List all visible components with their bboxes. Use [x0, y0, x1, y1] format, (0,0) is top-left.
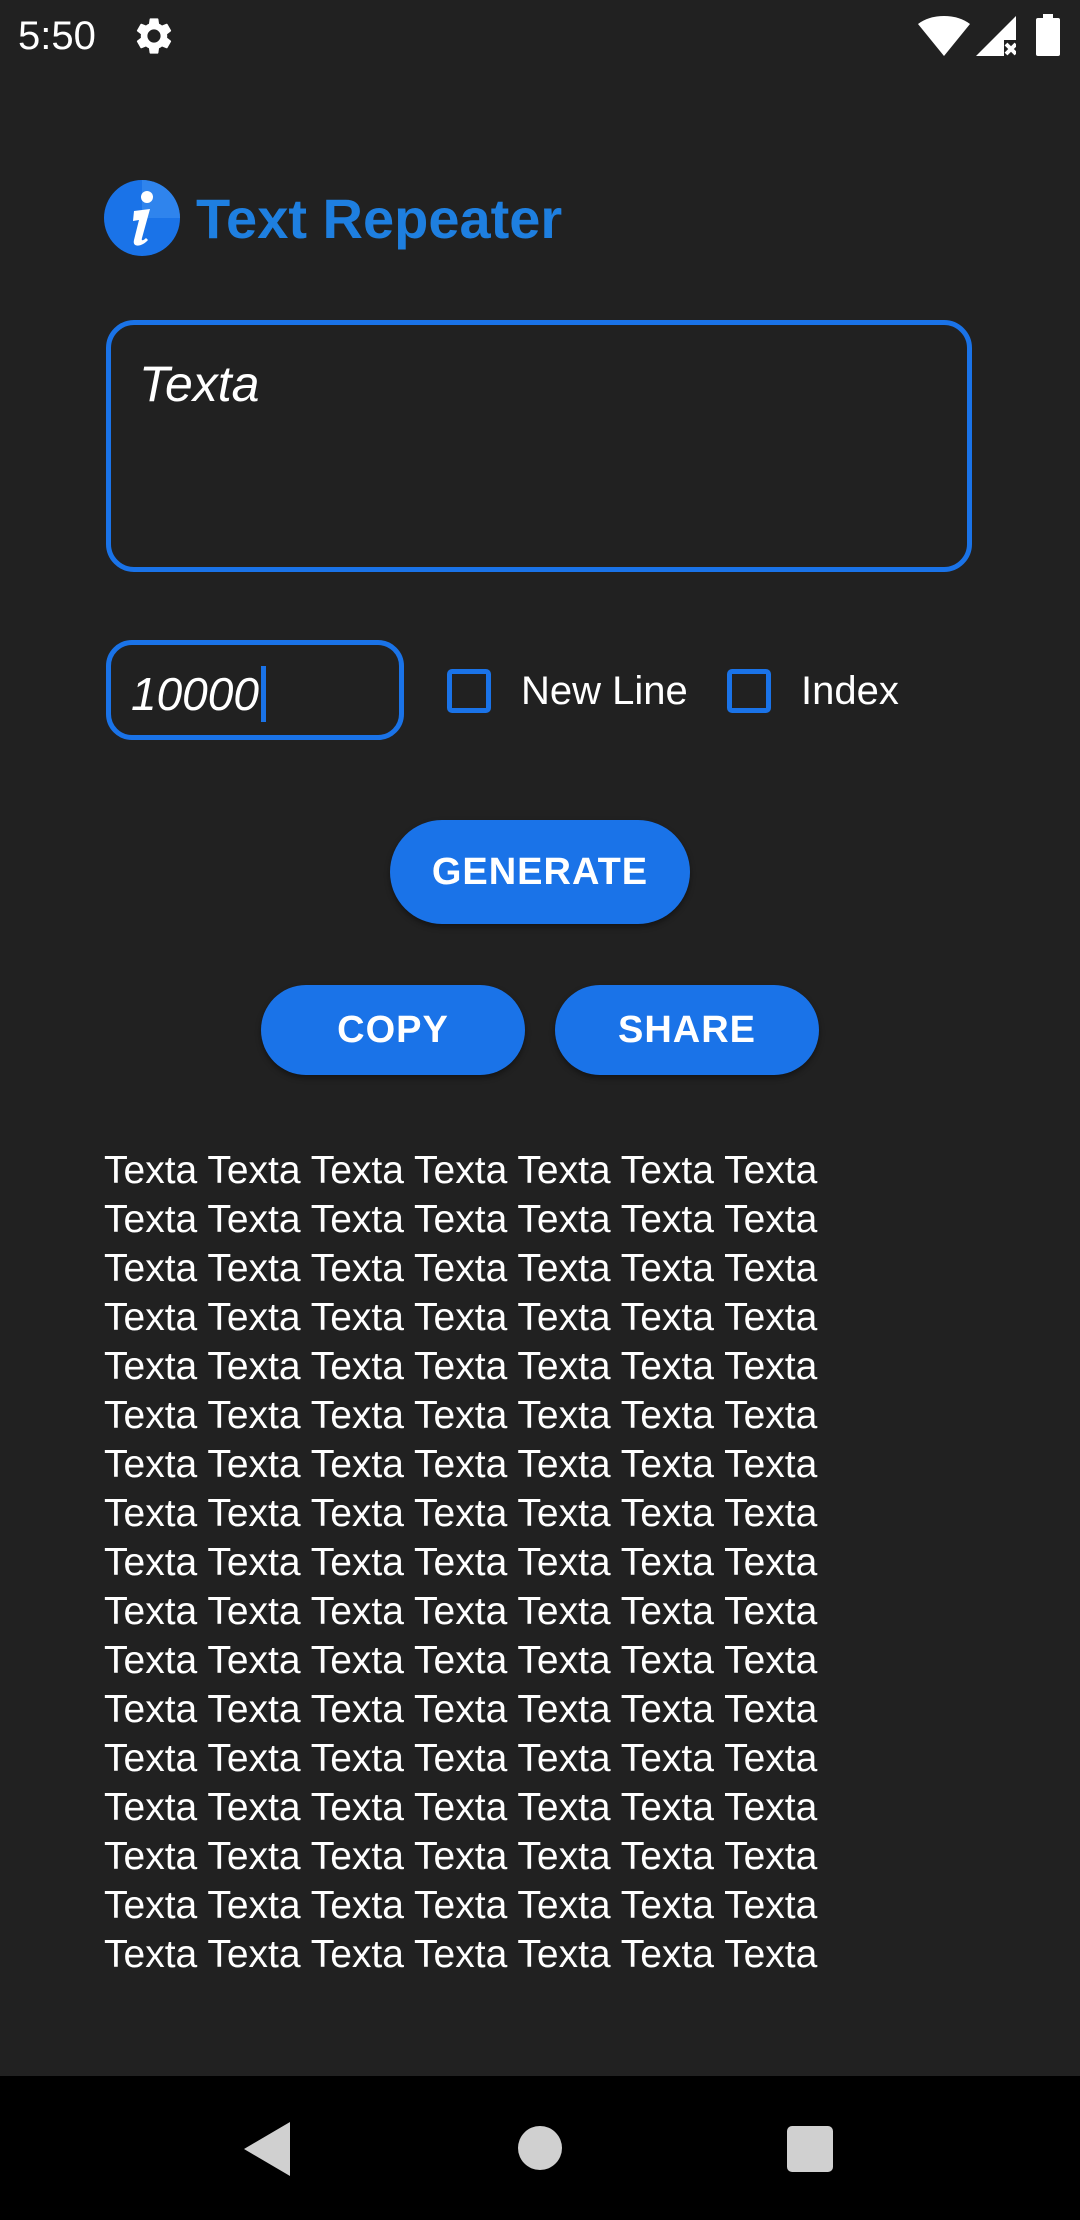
output-line: Texta Texta Texta Texta Texta Texta Text…	[104, 1443, 818, 1486]
text-input[interactable]: Texta	[106, 320, 972, 572]
repeat-count-value-wrap: 10000	[131, 665, 266, 726]
gear-icon	[136, 18, 172, 54]
battery-icon	[1036, 14, 1060, 56]
repeat-count-input[interactable]: 10000	[106, 640, 404, 740]
app-header: Text Repeater	[104, 180, 562, 256]
repeat-count-value: 10000	[131, 668, 259, 720]
status-time: 5:50	[18, 14, 96, 58]
status-bar: 5:50	[0, 0, 1080, 72]
output-line: Texta Texta Texta Texta Texta Texta Text…	[104, 1688, 818, 1731]
back-icon[interactable]	[244, 2122, 292, 2176]
new-line-checkbox[interactable]	[447, 669, 491, 713]
app-title: Text Repeater	[196, 186, 563, 250]
output-line: Texta Texta Texta Texta Texta Texta Text…	[104, 1149, 818, 1192]
output-line: Texta Texta Texta Texta Texta Texta Text…	[104, 1345, 818, 1388]
output-line: Texta Texta Texta Texta Texta Texta Text…	[104, 1394, 818, 1437]
output-line: Texta Texta Texta Texta Texta Texta Text…	[104, 1590, 818, 1633]
output-line: Texta Texta Texta Texta Texta Texta Text…	[104, 1198, 818, 1241]
generate-button[interactable]: GENERATE	[390, 820, 690, 924]
output-line: Texta Texta Texta Texta Texta Texta Text…	[104, 1884, 818, 1927]
new-line-option[interactable]: New Line	[447, 664, 688, 718]
index-checkbox[interactable]	[727, 669, 771, 713]
home-icon[interactable]	[518, 2126, 562, 2170]
recents-icon[interactable]	[787, 2126, 833, 2172]
output-line: Texta Texta Texta Texta Texta Texta Text…	[104, 1737, 818, 1780]
output-line: Texta Texta Texta Texta Texta Texta Text…	[104, 1639, 818, 1682]
index-label: Index	[801, 668, 899, 713]
output-line: Texta Texta Texta Texta Texta Texta Text…	[104, 1933, 818, 1976]
new-line-label: New Line	[521, 668, 688, 713]
navigation-bar	[0, 2076, 1080, 2220]
text-input-value: Texta	[139, 356, 260, 412]
share-button[interactable]: SHARE	[555, 985, 819, 1075]
wifi-icon	[918, 16, 970, 56]
output-line: Texta Texta Texta Texta Texta Texta Text…	[104, 1541, 818, 1584]
index-option[interactable]: Index	[727, 664, 899, 718]
signal-icon	[976, 16, 1016, 56]
output-line: Texta Texta Texta Texta Texta Texta Text…	[104, 1492, 818, 1535]
output-line: Texta Texta Texta Texta Texta Texta Text…	[104, 1296, 818, 1339]
copy-button[interactable]: COPY	[261, 985, 525, 1075]
output-line: Texta Texta Texta Texta Texta Texta Text…	[104, 1835, 818, 1878]
output-line: Texta Texta Texta Texta Texta Texta Text…	[104, 1247, 818, 1290]
output-text: Texta Texta Texta Texta Texta Texta Text…	[104, 1146, 1004, 1979]
output-line: Texta Texta Texta Texta Texta Texta Text…	[104, 1786, 818, 1829]
text-cursor	[260, 665, 266, 722]
info-icon	[104, 180, 180, 256]
